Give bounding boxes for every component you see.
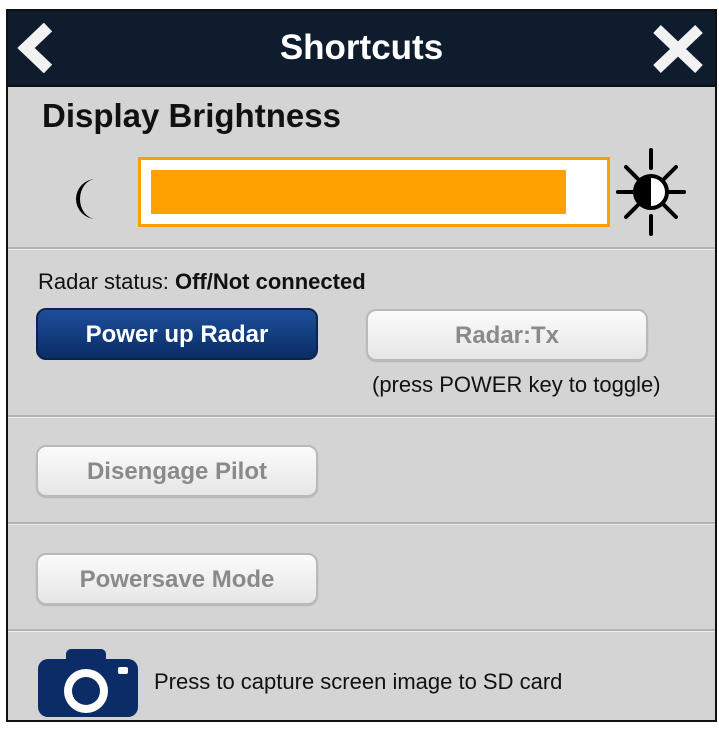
disengage-pilot-button[interactable]: Disengage Pilot bbox=[36, 445, 318, 497]
shortcuts-panel: Shortcuts Display Brightness Radar statu… bbox=[6, 9, 717, 722]
close-icon bbox=[653, 25, 703, 73]
radar-status-value: Off/Not connected bbox=[174, 269, 366, 294]
capture-instruction: Press to capture screen image to SD card bbox=[154, 669, 563, 694]
radar-toggle-hint: (press POWER key to toggle) bbox=[372, 372, 661, 397]
brightness-fill bbox=[151, 170, 566, 214]
title-bar: Shortcuts bbox=[8, 11, 715, 87]
power-up-radar-button[interactable]: Power up Radar bbox=[36, 308, 318, 360]
brightness-title: Display Brightness bbox=[42, 97, 341, 134]
close-button[interactable] bbox=[651, 25, 705, 73]
moon-icon bbox=[76, 179, 96, 219]
divider bbox=[8, 522, 715, 525]
divider bbox=[8, 415, 715, 418]
brightness-slider[interactable] bbox=[138, 157, 610, 227]
radar-status: Radar status: Off/Not connected bbox=[38, 269, 366, 295]
divider bbox=[8, 629, 715, 632]
page-title: Shortcuts bbox=[279, 28, 444, 67]
radar-status-label: Radar status: bbox=[38, 269, 169, 294]
camera-icon[interactable] bbox=[36, 645, 140, 719]
powersave-mode-button[interactable]: Powersave Mode bbox=[36, 553, 318, 605]
radar-tx-button[interactable]: Radar:Tx bbox=[366, 309, 648, 361]
divider bbox=[8, 247, 715, 250]
sun-icon bbox=[616, 148, 686, 236]
